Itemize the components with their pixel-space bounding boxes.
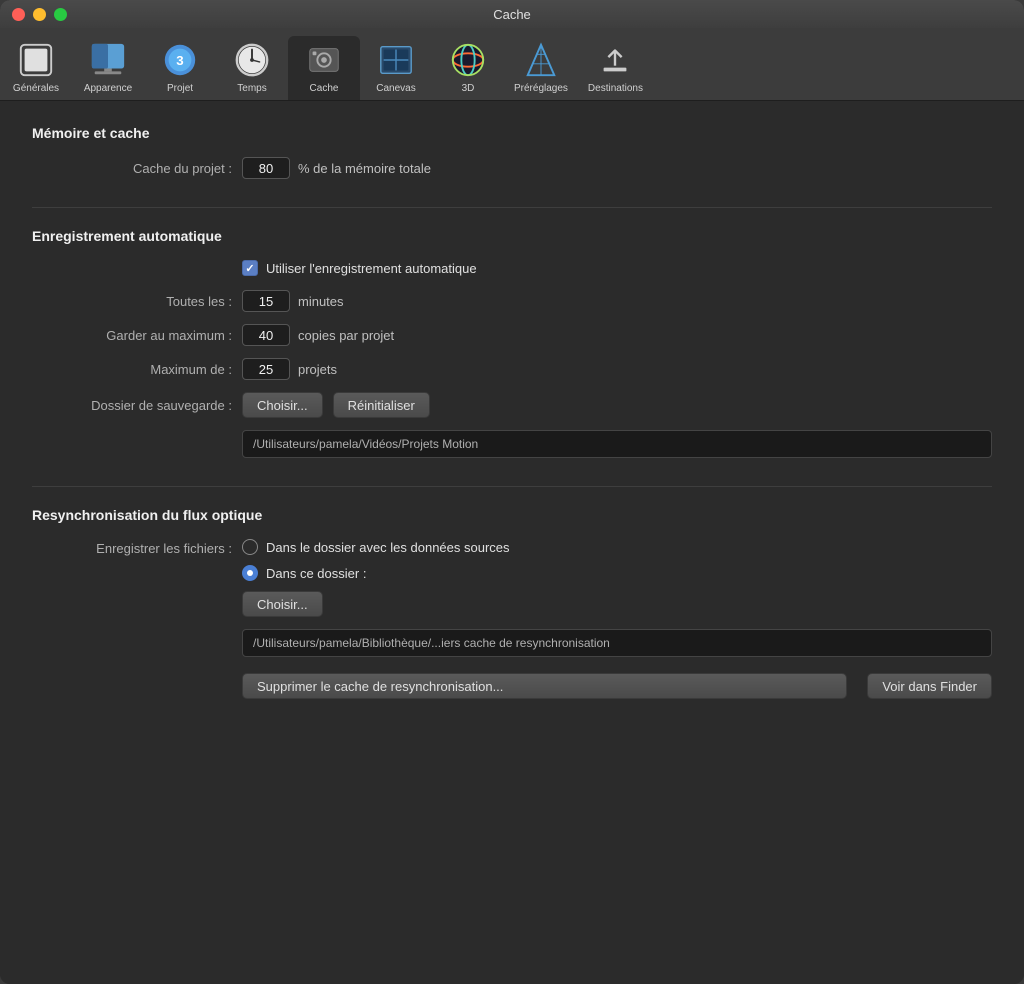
section-enregistrement: Enregistrement automatique Utiliser l'en… [32, 228, 992, 458]
toolbar: Générales Apparence 3 [0, 28, 1024, 101]
toolbar-item-cache[interactable]: Cache [288, 36, 360, 100]
apparence-label: Apparence [84, 83, 132, 94]
garder-input[interactable] [242, 324, 290, 346]
toolbar-item-temps[interactable]: Temps [216, 36, 288, 100]
canevas-icon [376, 40, 416, 80]
3d-label: 3D [462, 83, 475, 94]
garder-label: Garder au maximum : [32, 328, 232, 343]
resync-title: Resynchronisation du flux optique [32, 507, 992, 523]
radio-dossier-label: Dans ce dossier : [266, 566, 366, 581]
radio-sources-label: Dans le dossier avec les données sources [266, 540, 510, 555]
generales-icon [16, 40, 56, 80]
destinations-label: Destinations [588, 83, 643, 94]
auto-save-checkbox[interactable] [242, 260, 258, 276]
svg-text:3: 3 [176, 53, 183, 68]
cache-projet-label: Cache du projet : [32, 161, 232, 176]
divider-1 [32, 207, 992, 208]
dossier-label: Dossier de sauvegarde : [32, 398, 232, 413]
toolbar-item-prereglages[interactable]: Préréglages [504, 36, 578, 100]
toutes-les-row: Toutes les : minutes [32, 290, 992, 312]
canevas-label: Canevas [376, 83, 415, 94]
toutes-les-unit: minutes [298, 294, 344, 309]
radio-sources[interactable] [242, 539, 258, 555]
enregistrer-row: Enregistrer les fichiers : Dans le dossi… [32, 539, 992, 617]
toolbar-item-projet[interactable]: 3 Projet [144, 36, 216, 100]
divider-2 [32, 486, 992, 487]
destinations-icon [595, 40, 635, 80]
resync-path-display: /Utilisateurs/pamela/Bibliothèque/...ier… [242, 629, 992, 657]
toolbar-item-canevas[interactable]: Canevas [360, 36, 432, 100]
prereglages-icon [521, 40, 561, 80]
maximize-button[interactable] [54, 8, 67, 21]
window: Cache Générales Appare [0, 0, 1024, 984]
toolbar-item-generales[interactable]: Générales [0, 36, 72, 100]
projet-label: Projet [167, 83, 193, 94]
generales-label: Générales [13, 83, 59, 94]
projet-icon: 3 [160, 40, 200, 80]
prereglages-label: Préréglages [514, 83, 568, 94]
section-memoire: Mémoire et cache Cache du projet : % de … [32, 125, 992, 179]
enregistrer-label: Enregistrer les fichiers : [32, 539, 232, 556]
temps-icon [232, 40, 272, 80]
cache-projet-unit: % de la mémoire totale [298, 161, 431, 176]
apparence-icon [88, 40, 128, 80]
toolbar-item-destinations[interactable]: Destinations [578, 36, 653, 100]
resync-buttons-row: Supprimer le cache de resynchronisation.… [242, 673, 992, 699]
supprimer-button[interactable]: Supprimer le cache de resynchronisation.… [242, 673, 847, 699]
garder-unit: copies par projet [298, 328, 394, 343]
toutes-les-label: Toutes les : [32, 294, 232, 309]
radio-dossier[interactable] [242, 565, 258, 581]
titlebar: Cache [0, 0, 1024, 28]
temps-label: Temps [237, 83, 266, 94]
memoire-title: Mémoire et cache [32, 125, 992, 141]
dossier-row: Dossier de sauvegarde : Choisir... Réini… [32, 392, 992, 418]
radio-row-2: Dans ce dossier : [242, 565, 510, 581]
maximum-unit: projets [298, 362, 337, 377]
radio-group: Dans le dossier avec les données sources… [242, 539, 510, 617]
3d-icon [448, 40, 488, 80]
radio-row-1: Dans le dossier avec les données sources [242, 539, 510, 555]
cache-label: Cache [310, 83, 339, 94]
reinitialiser-button[interactable]: Réinitialiser [333, 392, 430, 418]
toolbar-item-3d[interactable]: 3D [432, 36, 504, 100]
close-button[interactable] [12, 8, 25, 21]
titlebar-buttons [12, 8, 67, 21]
finder-button[interactable]: Voir dans Finder [867, 673, 992, 699]
window-title: Cache [493, 7, 531, 22]
toolbar-item-apparence[interactable]: Apparence [72, 36, 144, 100]
cache-projet-input[interactable] [242, 157, 290, 179]
minimize-button[interactable] [33, 8, 46, 21]
maximum-input[interactable] [242, 358, 290, 380]
save-path-display: /Utilisateurs/pamela/Vidéos/Projets Moti… [242, 430, 992, 458]
toutes-les-input[interactable] [242, 290, 290, 312]
checkbox-row: Utiliser l'enregistrement automatique [242, 260, 992, 276]
maximum-row: Maximum de : projets [32, 358, 992, 380]
cache-projet-row: Cache du projet : % de la mémoire totale [32, 157, 992, 179]
maximum-label: Maximum de : [32, 362, 232, 377]
cache-icon [304, 40, 344, 80]
choisir-resync-button[interactable]: Choisir... [242, 591, 323, 617]
content-area: Mémoire et cache Cache du projet : % de … [0, 101, 1024, 984]
enregistrement-title: Enregistrement automatique [32, 228, 992, 244]
section-resync: Resynchronisation du flux optique Enregi… [32, 507, 992, 699]
garder-row: Garder au maximum : copies par projet [32, 324, 992, 346]
choisir-button[interactable]: Choisir... [242, 392, 323, 418]
auto-save-label: Utiliser l'enregistrement automatique [266, 261, 477, 276]
